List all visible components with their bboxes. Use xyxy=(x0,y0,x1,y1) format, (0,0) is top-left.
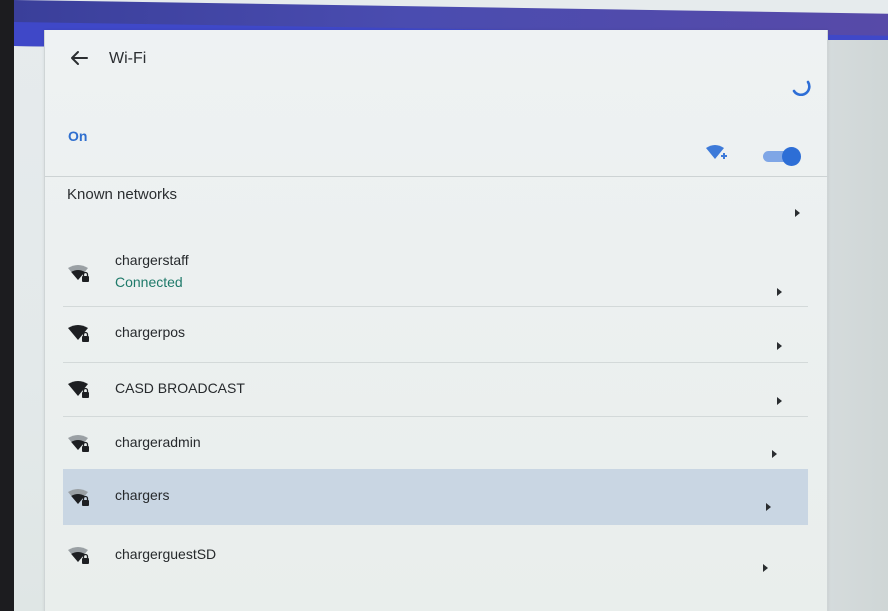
network-name: chargerpos xyxy=(115,324,186,340)
background-right xyxy=(818,40,888,611)
network-row-chargerpos[interactable]: chargerpos xyxy=(63,308,808,360)
wifi-state-row: On xyxy=(45,116,827,176)
chevron-right-icon xyxy=(777,397,782,405)
chevron-right-icon xyxy=(766,503,771,511)
network-name: chargerstaff xyxy=(115,252,189,268)
network-name: chargers xyxy=(115,487,170,503)
known-networks-label: Known networks xyxy=(67,186,178,203)
header: Wi-Fi xyxy=(45,30,827,105)
wifi-state-label: On xyxy=(68,128,88,144)
divider xyxy=(45,176,829,177)
back-button[interactable] xyxy=(67,46,91,70)
page-title: Wi-Fi xyxy=(109,50,147,67)
network-row-chargerstaff[interactable]: chargerstaff Connected xyxy=(63,248,808,300)
known-networks-row[interactable]: Known networks xyxy=(45,178,827,226)
network-row-chargerguestsd[interactable]: chargerguestSD xyxy=(63,530,808,582)
row-separator xyxy=(63,416,808,417)
wifi-add-icon xyxy=(706,145,727,159)
wifi-lock-icon xyxy=(68,265,89,282)
add-network-button[interactable] xyxy=(705,144,729,164)
network-row-chargers[interactable]: chargers xyxy=(63,469,808,525)
network-status: Connected xyxy=(115,274,183,290)
wifi-lock-icon xyxy=(68,381,89,398)
network-name: chargeradmin xyxy=(115,434,201,450)
toggle-knob xyxy=(782,147,801,166)
wifi-settings-panel: Wi-Fi On Known networks chargerstaff Con… xyxy=(44,30,829,611)
row-separator xyxy=(63,306,808,307)
network-name: CASD BROADCAST xyxy=(115,380,245,396)
chevron-right-icon xyxy=(777,288,782,296)
chevron-right-icon xyxy=(795,209,800,217)
row-separator xyxy=(63,362,808,363)
network-name: chargerguestSD xyxy=(115,546,217,562)
network-row-chargeradmin[interactable]: chargeradmin xyxy=(63,418,808,470)
wifi-lock-icon xyxy=(68,435,89,452)
wifi-lock-icon xyxy=(68,489,89,506)
loading-spinner-icon xyxy=(792,80,811,96)
wifi-toggle[interactable] xyxy=(763,147,801,166)
chevron-right-icon xyxy=(772,450,777,458)
network-row-casd-broadcast[interactable]: CASD BROADCAST xyxy=(63,364,808,416)
arrow-left-icon xyxy=(71,51,88,65)
screen: Wi-Fi On Known networks chargerstaff Con… xyxy=(14,0,888,611)
chevron-right-icon xyxy=(763,564,768,572)
wifi-lock-icon xyxy=(68,325,89,342)
wifi-lock-icon xyxy=(68,547,89,564)
chevron-right-icon xyxy=(777,342,782,350)
